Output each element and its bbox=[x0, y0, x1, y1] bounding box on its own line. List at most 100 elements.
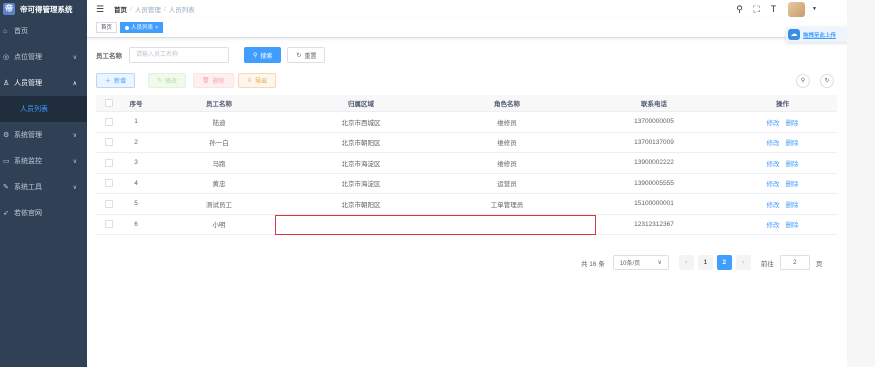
monitor-icon: ▭ bbox=[3, 158, 10, 165]
row-delete-link[interactable]: 删除 bbox=[786, 222, 799, 229]
page-size-select[interactable]: 10条/页 ∨ bbox=[612, 255, 669, 270]
chevron-down-icon: ∨ bbox=[657, 260, 662, 266]
select-all-checkbox[interactable] bbox=[96, 99, 122, 107]
caret-down-icon[interactable]: ▼ bbox=[812, 6, 817, 12]
guide-icon: ➶ bbox=[3, 210, 9, 217]
sidebar-item-tools[interactable]: ✎ 系统工具 ∨ bbox=[0, 174, 87, 200]
delete-button[interactable]: 🗑 删除 bbox=[193, 73, 234, 88]
avatar[interactable] bbox=[788, 1, 806, 17]
export-button[interactable]: ⇩ 导出 bbox=[238, 73, 277, 88]
page-jumper: 前往 页 bbox=[761, 255, 823, 270]
sidebar-item-home[interactable]: ⌂ 首页 bbox=[0, 18, 87, 44]
sidebar-item-label: 人员管理 bbox=[14, 80, 42, 87]
delete-button-label: 删除 bbox=[212, 79, 225, 85]
download-icon: ⇩ bbox=[247, 78, 253, 84]
search-button-label: 搜索 bbox=[260, 53, 273, 60]
location-icon: ◎ bbox=[3, 54, 10, 61]
next-page-button[interactable]: › bbox=[735, 255, 751, 270]
page-number[interactable]: 1 bbox=[697, 255, 713, 270]
toggle-search-icon[interactable]: ⚲ bbox=[796, 74, 810, 88]
fullscreen-icon[interactable]: ⛶ bbox=[751, 4, 762, 15]
close-icon[interactable]: × bbox=[155, 25, 158, 31]
navbar-right: ⚲ ⛶ T ▼ bbox=[734, 0, 817, 18]
row-checkbox[interactable] bbox=[96, 158, 122, 167]
column-header: 归属区域 bbox=[348, 101, 374, 108]
sidebar-item-monitor[interactable]: ▭ 系统监控 ∨ bbox=[0, 148, 87, 174]
cell-index: 5 bbox=[134, 200, 138, 208]
search-form: 员工名称 ⚲搜索 ↻重置 bbox=[96, 47, 326, 63]
search-button[interactable]: ⚲ 搜索 bbox=[244, 47, 282, 63]
tag-home[interactable]: 首页 bbox=[96, 22, 118, 33]
cell-role: 维修员 bbox=[497, 140, 517, 148]
refresh-icon[interactable]: ↻ bbox=[820, 74, 834, 88]
breadcrumb: 首页 / 人员管理 / 人员列表 bbox=[114, 4, 195, 15]
hamburger-icon[interactable]: ☰ bbox=[96, 4, 106, 15]
cell-name: 测试员工 bbox=[206, 201, 232, 209]
page-size-value: 10条/页 bbox=[619, 261, 641, 267]
page-unit-label: 页 bbox=[815, 260, 823, 268]
sidebar-item-label: 若依官网 bbox=[14, 210, 42, 217]
sidebar-item-location[interactable]: ◎ 点位管理 ∨ bbox=[0, 44, 87, 70]
sidebar-item-label: 系统监控 bbox=[14, 158, 42, 165]
breadcrumb-item[interactable]: 首页 bbox=[114, 4, 127, 14]
row-edit-link[interactable]: 修改 bbox=[767, 140, 780, 147]
row-checkbox[interactable] bbox=[96, 179, 122, 188]
add-button[interactable]: ＋新增 bbox=[96, 73, 136, 88]
cell-index: 6 bbox=[134, 220, 138, 228]
table-row: 4 黄忠 北京市海淀区 运营员 13900005555 修改 删除 bbox=[96, 174, 837, 194]
toolbar: ＋新增 ✎ 修改 🗑 删除 ⇩ 导出 ⚲ ↻ bbox=[96, 73, 837, 89]
tag-personnel-list[interactable]: 人员列表 × bbox=[120, 22, 164, 33]
sidebar: 帝 帝可得管理系统 ⌂ 首页 ◎ 点位管理 ∨ ♙ 人员管理 ∧ 人员列表 ⚙ … bbox=[0, 0, 87, 367]
cell-role: 维修员 bbox=[497, 160, 517, 168]
breadcrumb-item: 人员管理 bbox=[134, 7, 161, 14]
search-icon: ⚲ bbox=[253, 52, 258, 59]
search-icon[interactable]: ⚲ bbox=[734, 4, 745, 15]
font-size-icon[interactable]: T bbox=[768, 4, 779, 14]
cell-phone: 13900002222 bbox=[634, 159, 674, 167]
row-checkbox[interactable] bbox=[96, 220, 122, 229]
row-edit-link[interactable]: 修改 bbox=[767, 202, 780, 209]
row-edit-link[interactable]: 修改 bbox=[767, 120, 780, 127]
cell-area: 北京市西城区 bbox=[341, 119, 381, 127]
prev-page-button[interactable]: ‹ bbox=[678, 255, 694, 270]
row-edit-link[interactable]: 修改 bbox=[767, 222, 780, 229]
cell-phone: 13900005555 bbox=[634, 179, 674, 187]
sidebar-item-personnel[interactable]: ♙ 人员管理 ∧ bbox=[0, 70, 87, 96]
edit-button-label: 修改 bbox=[165, 79, 178, 85]
pagination: 共 16 条 10条/页 ∨ ‹ 1 2 › 前往 页 bbox=[581, 255, 822, 270]
cell-actions: 修改 删除 bbox=[728, 117, 837, 127]
home-icon: ⌂ bbox=[3, 27, 8, 35]
row-edit-link[interactable]: 修改 bbox=[767, 161, 780, 168]
upload-tip[interactable]: ☁ 拖拽至此上传 bbox=[786, 27, 849, 42]
row-delete-link[interactable]: 删除 bbox=[786, 120, 799, 127]
app-logo[interactable]: 帝 帝可得管理系统 bbox=[0, 0, 87, 18]
column-header: 联系电话 bbox=[641, 101, 667, 108]
cell-name: 黄忠 bbox=[212, 181, 226, 189]
sidebar-item-system[interactable]: ⚙ 系统管理 ∨ bbox=[0, 122, 87, 148]
breadcrumb-separator: / bbox=[130, 5, 132, 13]
export-button-label: 导出 bbox=[255, 79, 268, 85]
search-input[interactable] bbox=[129, 47, 229, 63]
row-delete-link[interactable]: 删除 bbox=[786, 202, 799, 209]
row-delete-link[interactable]: 删除 bbox=[786, 140, 799, 147]
cell-phone: 12312312367 bbox=[634, 220, 674, 228]
sidebar-item-website[interactable]: ➶ 若依官网 bbox=[0, 200, 87, 226]
chevron-down-icon: ∨ bbox=[72, 184, 77, 191]
sidebar-item-label: 系统管理 bbox=[14, 132, 42, 139]
page-number-current[interactable]: 2 bbox=[716, 255, 732, 270]
row-delete-link[interactable]: 删除 bbox=[786, 161, 799, 168]
goto-page-input[interactable] bbox=[779, 255, 810, 270]
edit-button[interactable]: ✎ 修改 bbox=[148, 73, 187, 88]
reset-button[interactable]: ↻ 重置 bbox=[287, 47, 326, 63]
row-checkbox[interactable] bbox=[96, 117, 122, 126]
sidebar-item-personnel-list[interactable]: 人员列表 bbox=[0, 96, 87, 122]
row-checkbox[interactable] bbox=[96, 199, 122, 208]
table-row: 3 马跑 北京市海淀区 维修员 13900002222 修改 删除 bbox=[96, 153, 837, 174]
cell-index: 2 bbox=[134, 138, 138, 146]
row-checkbox[interactable] bbox=[96, 138, 122, 147]
row-edit-link[interactable]: 修改 bbox=[767, 181, 780, 188]
cell-index: 1 bbox=[134, 118, 138, 126]
chevron-up-icon: ∧ bbox=[72, 80, 77, 87]
row-delete-link[interactable]: 删除 bbox=[786, 181, 799, 188]
cell-index: 3 bbox=[134, 159, 138, 167]
